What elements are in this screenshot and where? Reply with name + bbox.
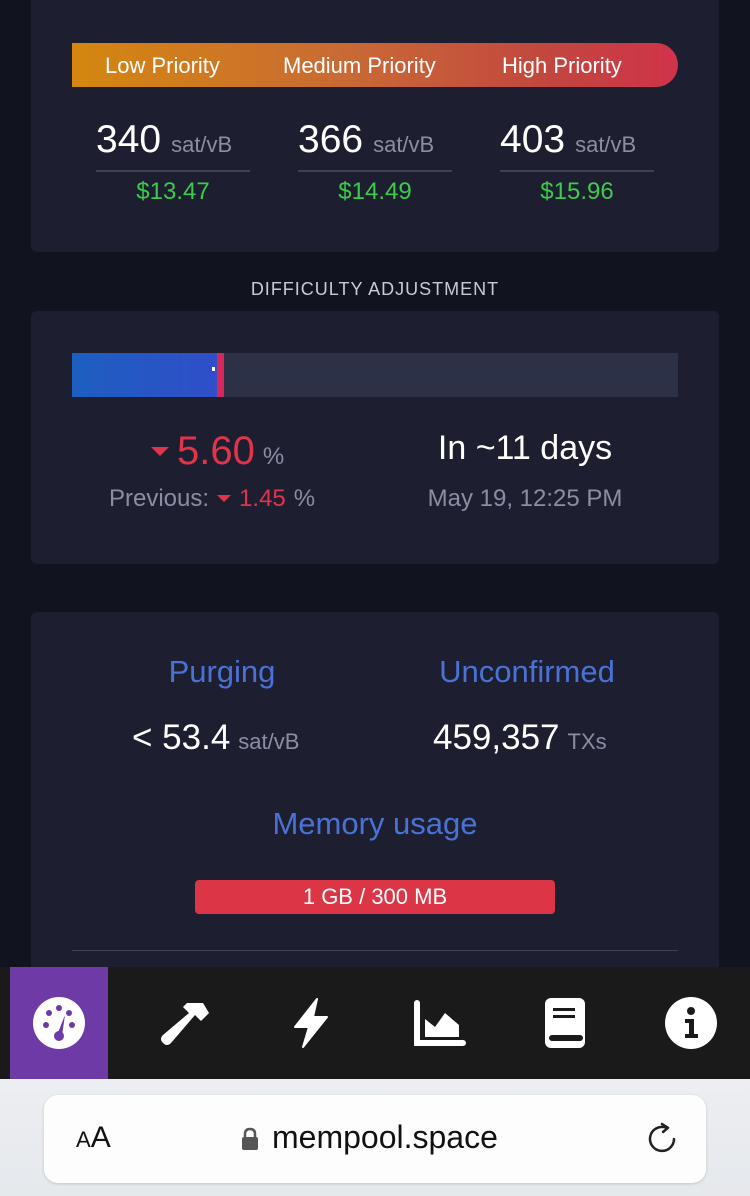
nav-docs[interactable] [516, 967, 614, 1079]
memory-usage-label: Memory usage [272, 806, 478, 841]
difficulty-expected-marker [212, 367, 215, 371]
info-icon [665, 997, 717, 1049]
low-fee: 340 sat/vB $13.47 [96, 118, 250, 206]
caret-down-icon [217, 495, 232, 502]
difficulty-progress-fill [72, 353, 217, 397]
low-fee-unit: sat/vB [171, 132, 233, 157]
low-fee-value: 340 [96, 118, 162, 161]
purging-unit: sat/vB [238, 729, 300, 754]
medium-fee-unit: sat/vB [373, 132, 435, 157]
difficulty-change-value: 5.60 [177, 429, 255, 473]
unconfirmed-unit: TXs [567, 729, 607, 754]
difficulty-eta: In ~11 days [437, 429, 613, 467]
difficulty-change-unit: % [262, 443, 285, 470]
medium-fee-value: 366 [298, 118, 364, 161]
unconfirmed-label: Unconfirmed [439, 654, 615, 689]
purging-label: Purging [168, 654, 276, 689]
purging-value: < 53.4 [132, 718, 231, 757]
nav-mining[interactable] [136, 967, 234, 1079]
nav-graphs[interactable] [390, 967, 488, 1079]
nav-about[interactable] [642, 967, 740, 1079]
bottom-nav [0, 967, 750, 1079]
difficulty-card: 5.60 % Previous: 1.45 % In ~11 days May … [31, 311, 719, 564]
unconfirmed-value-group: 459,357 TXs [433, 718, 607, 758]
caret-down-icon [151, 447, 169, 456]
browser-toolbar: AA mempool.space [0, 1079, 750, 1196]
reload-icon[interactable] [644, 1121, 680, 1157]
purging-value-group: < 53.4 sat/vB [132, 718, 299, 758]
hammer-icon [161, 1003, 209, 1045]
mempool-card: Purging Unconfirmed < 53.4 sat/vB 459,35… [31, 612, 719, 972]
priority-bar: Low Priority Medium Priority High Priori… [72, 43, 678, 87]
fees-card: Low Priority Medium Priority High Priori… [31, 0, 719, 252]
previous-unit: % [293, 485, 316, 512]
high-priority-label: High Priority [502, 53, 622, 78]
lightning-icon [294, 998, 328, 1048]
high-fee-value: 403 [500, 118, 566, 161]
difficulty-progress-bar [72, 353, 678, 397]
difficulty-previous: Previous: 1.45 % [109, 485, 315, 513]
reader-settings-button[interactable]: AA [76, 1121, 111, 1155]
graph-icon [414, 1000, 466, 1046]
previous-label: Previous: [109, 485, 210, 512]
medium-fee: 366 sat/vB $14.49 [298, 118, 452, 206]
difficulty-eta-date: May 19, 12:25 PM [427, 485, 623, 512]
docs-icon [545, 998, 585, 1048]
unconfirmed-value: 459,357 [433, 718, 560, 757]
nav-lightning[interactable] [262, 967, 360, 1079]
dashboard-icon [33, 997, 85, 1049]
divider [72, 950, 678, 951]
nav-dashboard[interactable] [10, 967, 108, 1079]
low-fee-usd: $13.47 [136, 178, 210, 205]
high-fee-usd: $15.96 [540, 178, 614, 205]
high-fee: 403 sat/vB $15.96 [500, 118, 654, 206]
difficulty-title: DIFFICULTY ADJUSTMENT [250, 279, 500, 299]
high-fee-unit: sat/vB [575, 132, 637, 157]
medium-priority-label: Medium Priority [283, 53, 436, 78]
address-bar[interactable]: AA mempool.space [44, 1095, 706, 1183]
previous-value: 1.45 [239, 485, 286, 512]
memory-usage-bar: 1 GB / 300 MB [195, 880, 555, 914]
difficulty-change: 5.60 % [151, 429, 284, 474]
lock-icon [242, 1127, 258, 1150]
low-priority-label: Low Priority [105, 53, 220, 78]
medium-fee-usd: $14.49 [338, 178, 412, 205]
difficulty-current-marker [217, 353, 224, 397]
url-text: mempool.space [272, 1119, 498, 1155]
